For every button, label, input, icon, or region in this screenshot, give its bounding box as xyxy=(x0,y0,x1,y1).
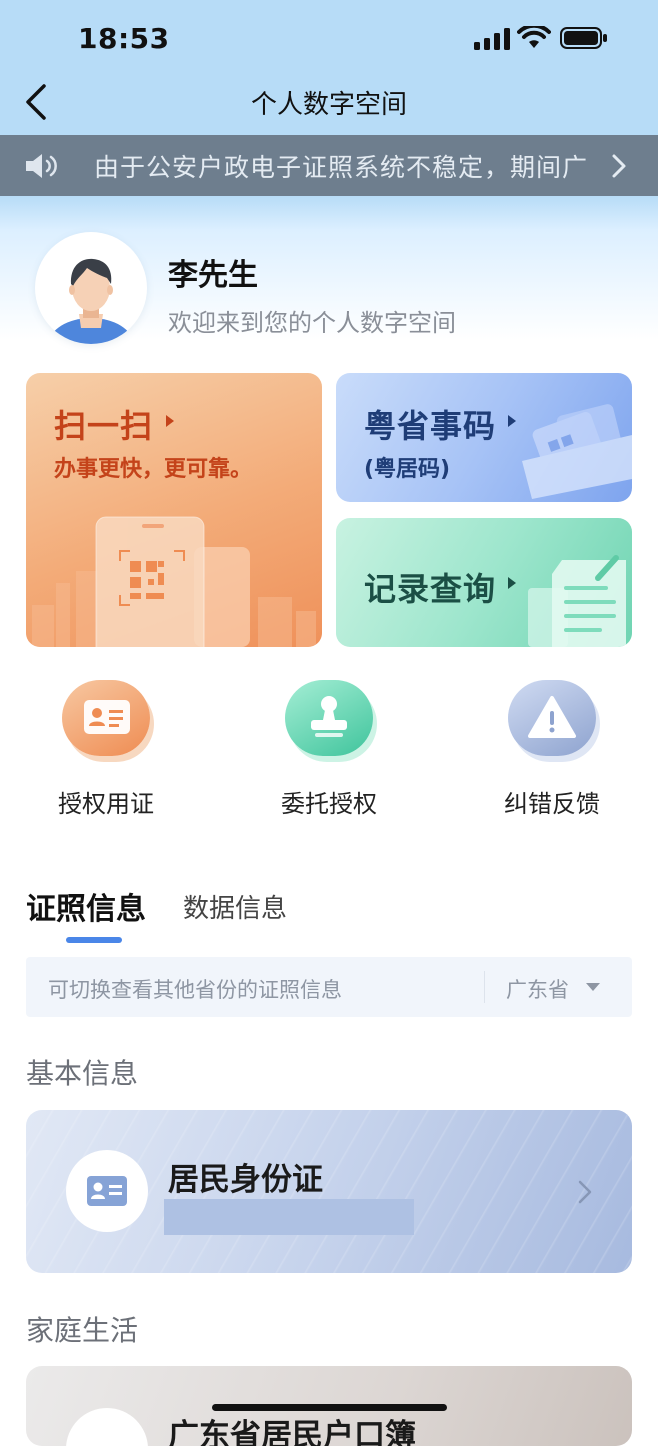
user-name: 李先生 xyxy=(168,258,258,293)
record-card-title: 记录查询 xyxy=(364,570,497,608)
province-switch-bar: 可切换查看其他省份的证照信息 广东省 xyxy=(26,957,632,1017)
id-card-icon xyxy=(66,1150,148,1232)
active-tab-indicator xyxy=(66,937,122,943)
household-register-title: 广东省居民户口簿 xyxy=(168,1418,416,1446)
home-indicator[interactable] xyxy=(212,1404,447,1411)
id-card-icon xyxy=(62,680,150,756)
tab-data-info[interactable]: 数据信息 xyxy=(183,888,287,925)
code-card-title: 粤省事码 xyxy=(364,407,497,445)
id-card-item[interactable]: 居民身份证 xyxy=(26,1110,632,1273)
authorize-certificate-shortcut[interactable]: 授权用证 xyxy=(26,680,186,820)
signal-icon xyxy=(474,28,510,50)
speaker-icon xyxy=(26,154,57,178)
tab-certificate-info[interactable]: 证照信息 xyxy=(26,884,146,928)
shortcut-label: 纠错反馈 xyxy=(504,790,600,818)
wifi-icon xyxy=(517,26,551,48)
notice-text: 由于公安户政电子证照系统不稳定，期间广 xyxy=(94,153,589,182)
caret-right-icon xyxy=(166,415,174,427)
user-avatar-icon xyxy=(49,258,133,344)
page-title: 个人数字空间 xyxy=(250,90,407,120)
caret-down-icon xyxy=(586,983,600,991)
stamp-icon xyxy=(285,680,373,756)
shortcut-label: 授权用证 xyxy=(58,790,154,818)
divider xyxy=(484,971,485,1003)
scan-card[interactable]: 扫一扫 办事更快，更可靠。 xyxy=(26,373,322,647)
caret-right-icon xyxy=(508,577,516,589)
id-card-title: 居民身份证 xyxy=(168,1162,323,1198)
caret-right-icon xyxy=(508,415,516,427)
health-code-card[interactable]: 粤省事码 (粤居码) xyxy=(336,373,632,502)
chevron-right-icon xyxy=(578,1180,592,1204)
delegate-authorization-shortcut[interactable]: 委托授权 xyxy=(249,680,409,820)
section-title-basic: 基本信息 xyxy=(26,1057,139,1090)
scan-card-subtitle: 办事更快，更可靠。 xyxy=(54,457,253,482)
shortcut-label: 委托授权 xyxy=(281,790,377,818)
province-select[interactable]: 广东省 xyxy=(506,971,616,1005)
welcome-text: 欢迎来到您的个人数字空间 xyxy=(168,309,456,337)
battery-icon xyxy=(560,27,607,49)
scan-card-title: 扫一扫 xyxy=(54,407,154,445)
province-selected-value: 广东省 xyxy=(506,978,569,1002)
warning-icon xyxy=(508,680,596,756)
error-feedback-shortcut[interactable]: 纠错反馈 xyxy=(472,680,632,820)
province-hint: 可切换查看其他省份的证照信息 xyxy=(48,978,342,1002)
status-time: 18:53 xyxy=(78,22,170,55)
chevron-right-icon xyxy=(612,154,626,178)
household-icon xyxy=(66,1408,148,1446)
record-query-card[interactable]: 记录查询 xyxy=(336,518,632,647)
masked-id-number xyxy=(164,1199,414,1235)
notice-bar[interactable]: 由于公安户政电子证照系统不稳定，期间广 xyxy=(0,135,658,196)
section-title-family: 家庭生活 xyxy=(26,1314,139,1347)
code-card-subtitle: (粤居码) xyxy=(364,457,451,482)
avatar[interactable] xyxy=(35,232,147,344)
